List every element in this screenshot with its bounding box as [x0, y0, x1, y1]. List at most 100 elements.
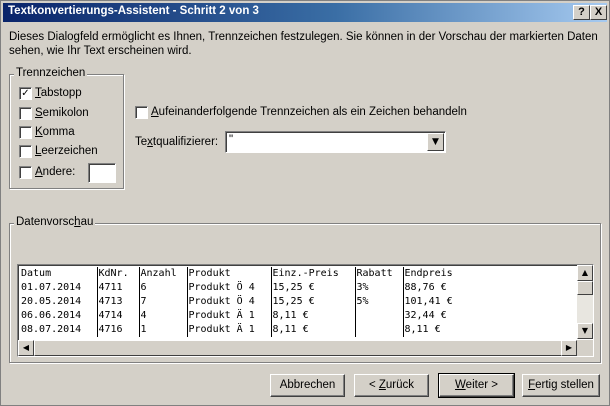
- table-cell: 5%: [355, 295, 404, 309]
- table-cell: 4: [139, 309, 188, 323]
- table-cell: Anzahl: [139, 267, 188, 281]
- table-cell: 01.07.2014: [20, 281, 98, 295]
- table-cell: 15,25 €: [271, 281, 356, 295]
- table-row: 20.05.2014 4713 7 Produkt Ö 4 15,25 € 5%…: [20, 295, 553, 309]
- space-checkbox[interactable]: [19, 145, 32, 158]
- semicolon-label-hotkey: S: [35, 107, 43, 119]
- delimiters-group-title: Trennzeichen: [14, 67, 88, 79]
- table-cell: Produkt Ä 1: [187, 309, 272, 323]
- table-cell: 3%: [355, 281, 404, 295]
- title-bar: Textkonvertierungs-Assistent - Schritt 2…: [3, 3, 607, 22]
- chevron-down-icon[interactable]: ▼: [427, 133, 444, 151]
- table-cell: Endpreis: [404, 268, 453, 279]
- scroll-right-icon[interactable]: ▶: [561, 340, 577, 356]
- dialog-window: Textkonvertierungs-Assistent - Schritt 2…: [0, 0, 610, 406]
- tab-label-post: abstopp: [40, 87, 82, 99]
- qualifier-select[interactable]: " ▼: [225, 131, 446, 153]
- consecutive-label-hotkey: A: [151, 106, 159, 118]
- table-cell: [355, 323, 404, 337]
- consecutive-checkbox[interactable]: [135, 106, 148, 119]
- vertical-scrollbar[interactable]: ▲ ▼: [577, 265, 593, 339]
- preview-group-title: Datenvorschau: [14, 216, 96, 228]
- other-label[interactable]: Andere:: [35, 166, 75, 178]
- horizontal-scroll-thumb[interactable]: [34, 340, 580, 356]
- close-button[interactable]: X: [590, 5, 607, 20]
- table-cell: 88,76 €: [404, 282, 447, 293]
- consecutive-label[interactable]: Aufeinanderfolgende Trennzeichen als ein…: [151, 106, 467, 118]
- table-row: 01.07.2014 4711 6 Produkt Ö 4 15,25 € 3%…: [20, 281, 553, 295]
- back-label-hotkey: Z: [378, 379, 386, 391]
- back-label-pre: <: [368, 379, 379, 391]
- table-cell: 8,11 €: [404, 324, 441, 335]
- table-cell: 6: [139, 281, 188, 295]
- consecutive-label-post: ufeinanderfolgende Trennzeichen als ein …: [158, 106, 467, 118]
- finish-label-post: ertig stellen: [535, 379, 594, 391]
- delimiters-group: Trennzeichen ✓ Tabstopp Semikolon Komma …: [9, 67, 124, 189]
- qualifier-label-post: tqualifizierer:: [152, 136, 219, 148]
- data-preview[interactable]: Datum KdNr. Anzahl Produkt Einz.-Preis R…: [17, 264, 594, 357]
- comma-checkbox[interactable]: [19, 126, 32, 139]
- window-title: Textkonvertierungs-Assistent - Schritt 2…: [8, 5, 259, 17]
- table-cell: [355, 309, 404, 323]
- table-cell: 32,44 €: [404, 310, 447, 321]
- comma-label-post: omma: [42, 126, 75, 138]
- semicolon-checkbox[interactable]: [19, 107, 32, 120]
- tab-checkbox[interactable]: ✓: [19, 87, 32, 100]
- preview-table: Datum KdNr. Anzahl Produkt Einz.-Preis R…: [20, 267, 553, 337]
- help-button[interactable]: ?: [573, 5, 590, 20]
- other-delimiter-input[interactable]: [88, 163, 116, 183]
- table-cell: 4711: [97, 281, 140, 295]
- table-cell: Produkt: [187, 267, 272, 281]
- semicolon-label[interactable]: Semikolon: [35, 107, 89, 119]
- tab-label[interactable]: Tabstopp: [35, 87, 82, 99]
- table-cell: KdNr.: [97, 267, 140, 281]
- table-row: Datum KdNr. Anzahl Produkt Einz.-Preis R…: [20, 267, 553, 281]
- next-label-post: eiter >: [465, 379, 498, 391]
- comma-label-hotkey: K: [35, 126, 43, 138]
- qualifier-label: Textqualifizierer:: [135, 136, 218, 148]
- qualifier-label-pre: Te: [135, 136, 148, 148]
- other-checkbox[interactable]: [19, 166, 32, 179]
- table-cell: 08.07.2014: [20, 323, 98, 337]
- table-cell: 20.05.2014: [20, 295, 98, 309]
- table-cell: Produkt Ö 4: [187, 295, 272, 309]
- table-cell: 06.06.2014: [20, 309, 98, 323]
- table-cell: 4714: [97, 309, 140, 323]
- back-button[interactable]: < Zurück: [354, 374, 429, 397]
- vertical-scroll-thumb[interactable]: [577, 281, 593, 295]
- comma-label[interactable]: Komma: [35, 126, 75, 138]
- space-label[interactable]: Leerzeichen: [35, 145, 98, 157]
- qualifier-value: ": [229, 134, 234, 146]
- table-cell: 8,11 €: [271, 323, 356, 337]
- next-button[interactable]: Weiter >: [438, 373, 515, 398]
- back-label-post: urück: [385, 379, 415, 391]
- intro-text: Dieses Dialogfeld ermöglicht es Ihnen, T…: [9, 31, 598, 57]
- space-label-post: eerzeichen: [41, 145, 98, 157]
- table-cell: 4713: [97, 295, 140, 309]
- table-cell: 101,41 €: [404, 296, 453, 307]
- other-label-hotkey: A: [35, 166, 43, 178]
- table-row: 06.06.2014 4714 4 Produkt Ä 1 8,11 € 32,…: [20, 309, 553, 323]
- table-cell: Produkt Ä 1: [187, 323, 272, 337]
- scroll-left-icon[interactable]: ◀: [18, 340, 34, 356]
- scroll-down-icon[interactable]: ▼: [577, 323, 593, 339]
- next-label-hotkey: W: [455, 379, 466, 391]
- table-cell: 8,11 €: [271, 309, 356, 323]
- table-cell: Produkt Ö 4: [187, 281, 272, 295]
- finish-button[interactable]: Fertig stellen: [522, 374, 600, 397]
- table-cell: Einz.-Preis: [271, 267, 356, 281]
- table-cell: Rabatt: [355, 267, 404, 281]
- preview-title-pre: Datenvorsc: [16, 216, 75, 228]
- semicolon-label-post: emikolon: [42, 107, 89, 119]
- table-cell: 1: [139, 323, 188, 337]
- cancel-button[interactable]: Abbrechen: [270, 374, 345, 397]
- scroll-corner: [577, 340, 593, 356]
- table-cell: Datum: [20, 267, 98, 281]
- table-row: 08.07.2014 4716 1 Produkt Ä 1 8,11 € 8,1…: [20, 323, 553, 337]
- horizontal-scrollbar[interactable]: ◀ ▶: [18, 340, 580, 356]
- table-cell: 4716: [97, 323, 140, 337]
- preview-title-post: au: [80, 216, 94, 228]
- scroll-up-icon[interactable]: ▲: [577, 265, 593, 281]
- table-cell: 15,25 €: [271, 295, 356, 309]
- table-cell: 7: [139, 295, 188, 309]
